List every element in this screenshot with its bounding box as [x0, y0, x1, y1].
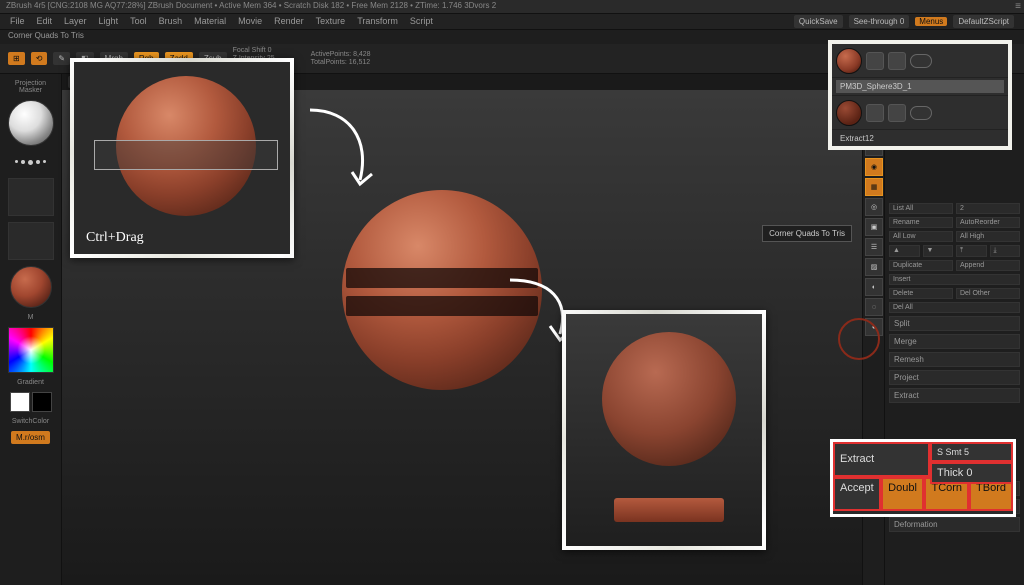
default-script-button[interactable]: DefaultZScript	[953, 15, 1014, 28]
cursor-circle	[838, 318, 880, 360]
projection-label: Projection Masker	[4, 80, 57, 94]
num-indicator: 2	[956, 203, 1020, 214]
menu-layer[interactable]: Layer	[64, 16, 87, 27]
delete-button[interactable]: Delete	[889, 288, 953, 299]
subtool-eye-icon[interactable]	[910, 54, 932, 68]
gizmo-localp-icon[interactable]: ◎	[865, 198, 883, 216]
gizmo-frame-icon[interactable]: ▣	[865, 218, 883, 236]
overlay-step3	[562, 310, 766, 550]
stroke-thumbnail[interactable]	[8, 152, 54, 172]
del-all-button[interactable]: Del All	[889, 302, 1020, 313]
merge-button[interactable]: Merge	[889, 334, 1020, 349]
focal-shift-slider[interactable]: Focal Shift 0	[233, 47, 275, 54]
swatch-secondary[interactable]	[32, 392, 52, 412]
quicksave-button[interactable]: QuickSave	[794, 15, 843, 28]
toolbar-icon-3[interactable]: ✎	[53, 52, 70, 65]
menu-tool[interactable]: Tool	[130, 16, 147, 27]
total-points-label: TotalPoints: 16,512	[311, 59, 371, 66]
extract-section[interactable]: Extract	[889, 388, 1020, 403]
menu-movie[interactable]: Movie	[238, 16, 262, 27]
texture-slot[interactable]	[8, 222, 54, 260]
active-points-label: ActivePoints: 8,428	[311, 51, 371, 58]
extract-overlay: Extract S Smt 5 Thick 0 Accept Doubl TCo…	[830, 439, 1016, 517]
menu-light[interactable]: Light	[99, 16, 119, 27]
subtool-thumb-1	[836, 48, 862, 74]
gizmo-polyf-icon[interactable]: ▨	[865, 258, 883, 276]
smt-slider[interactable]: S Smt 5	[930, 442, 1013, 462]
menu-material[interactable]: Material	[194, 16, 226, 27]
nav-up-icon[interactable]: ▲	[889, 245, 920, 257]
rename-button[interactable]: Rename	[889, 217, 953, 228]
toolbar-icon-2[interactable]: ⟲	[31, 52, 48, 65]
append-button[interactable]: Append	[956, 260, 1020, 271]
del-other-button[interactable]: Del Other	[956, 288, 1020, 299]
extract-button[interactable]: Extract	[833, 442, 930, 477]
gizmo-xpose-icon[interactable]: ☰	[865, 238, 883, 256]
title-text: ZBrush 4r5 [CNG:2108 MG AQ77:28%] ZBrush…	[6, 1, 496, 10]
gizmo-persp-icon[interactable]: ◉	[865, 158, 883, 176]
color-picker[interactable]	[8, 327, 54, 373]
toolbar-icon-1[interactable]: ⊞	[8, 52, 25, 65]
menu-render[interactable]: Render	[274, 16, 304, 27]
step1-label: Ctrl+Drag	[86, 230, 144, 246]
menus-button[interactable]: Menus	[915, 17, 947, 26]
see-through-slider[interactable]: See-through 0	[849, 15, 910, 28]
subtool-name-1[interactable]: PM3D_Sphere3D_1	[836, 80, 1004, 93]
list-all-button[interactable]: List All	[889, 203, 953, 214]
swatch-primary[interactable]	[10, 392, 30, 412]
autoreorder-button[interactable]: AutoReorder	[956, 217, 1020, 228]
menu-transform[interactable]: Transform	[357, 16, 398, 27]
subtool-polypaint-icon-2[interactable]	[866, 104, 884, 122]
subtool-eye-icon-2[interactable]	[910, 106, 932, 120]
step1-mask-rect	[94, 140, 278, 170]
subtool-name-2: Extract12	[836, 133, 878, 144]
gradient-label: Gradient	[17, 379, 44, 386]
subtool-polypaint-icon[interactable]	[866, 52, 884, 70]
menu-texture[interactable]: Texture	[316, 16, 346, 27]
panel-label: Corner Quads To Tris	[8, 31, 84, 40]
menu-bar: File Edit Layer Light Tool Brush Materia…	[0, 14, 1024, 30]
material-thumbnail[interactable]	[10, 266, 52, 308]
subtool-thumb-2	[836, 100, 862, 126]
menu-brush[interactable]: Brush	[159, 16, 183, 27]
accept-button[interactable]: Accept	[833, 477, 881, 512]
subtool-mask-icon-2[interactable]	[888, 104, 906, 122]
thick-slider[interactable]: Thick 0	[930, 462, 1013, 484]
remesh-button[interactable]: Remesh	[889, 352, 1020, 367]
all-high-button[interactable]: All High	[956, 231, 1020, 242]
step3-sphere	[602, 332, 736, 466]
tooltip: Corner Quads To Tris	[762, 225, 852, 242]
left-rail-m-button[interactable]: M.r/osm	[11, 431, 50, 444]
menu-file[interactable]: File	[10, 16, 25, 27]
switch-color-label[interactable]: SwitchColor	[12, 418, 49, 425]
duplicate-button[interactable]: Duplicate	[889, 260, 953, 271]
all-low-button[interactable]: All Low	[889, 231, 953, 242]
subtool-item-2[interactable]	[832, 96, 1008, 130]
subtool-overlay: PM3D_Sphere3D_1 Extract12	[828, 40, 1012, 150]
gizmo-floor-icon[interactable]: ▦	[865, 178, 883, 196]
deformation-button[interactable]: Deformation	[889, 517, 1020, 532]
subtool-mask-icon[interactable]	[888, 52, 906, 70]
brush-thumbnail[interactable]	[8, 100, 54, 146]
material-m-label: M	[28, 314, 34, 321]
nav-down-icon[interactable]: ▼	[923, 245, 954, 257]
nav-bottom-icon[interactable]: ⤓	[990, 245, 1021, 257]
step3-extracted-band	[614, 498, 724, 522]
gizmo-transp-icon[interactable]: ◐	[865, 278, 883, 296]
split-button[interactable]: Split	[889, 316, 1020, 331]
title-bar: ZBrush 4r5 [CNG:2108 MG AQ77:28%] ZBrush…	[0, 0, 1024, 14]
menu-script[interactable]: Script	[410, 16, 433, 27]
left-rail: Projection Masker M Gradient SwitchColor…	[0, 74, 62, 585]
window-burger-icon[interactable]: ≡	[1015, 1, 1021, 12]
alpha-slot[interactable]	[8, 178, 54, 216]
subtool-item-1[interactable]	[832, 44, 1008, 78]
overlay-step1: Ctrl+Drag	[70, 58, 294, 258]
arrow-1	[300, 100, 390, 200]
gizmo-ghost-icon[interactable]: ◌	[865, 298, 883, 316]
menu-edit[interactable]: Edit	[37, 16, 53, 27]
project-button[interactable]: Project	[889, 370, 1020, 385]
insert-button[interactable]: Insert	[889, 274, 1020, 285]
double-button[interactable]: Doubl	[881, 477, 925, 512]
nav-top-icon[interactable]: ⤒	[956, 245, 987, 257]
